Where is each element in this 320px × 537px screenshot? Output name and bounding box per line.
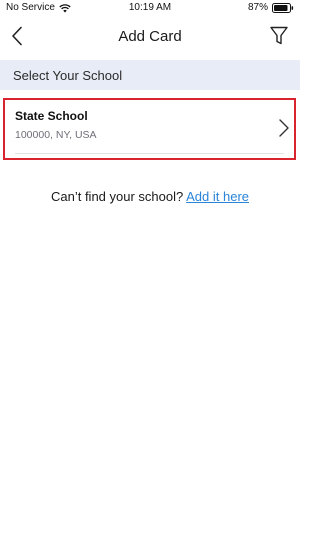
status-bar: No Service 10:19 AM 87% [0, 0, 300, 16]
filter-icon [270, 26, 288, 51]
cant-find-text: Can’t find your school? [50, 189, 184, 204]
school-name: State School [15, 109, 88, 123]
battery-icon [272, 3, 294, 13]
page-title: Add Card [118, 28, 182, 45]
school-address: 100000, NY, USA [15, 129, 97, 141]
add-card-screen: No Service 10:19 AM 87% Add Card Select … [0, 0, 300, 537]
battery-percent: 87% [247, 2, 268, 13]
school-list-item[interactable]: State School 100000, NY, USA [3, 98, 296, 160]
cant-find-line: Can’t find your school? Add it here [0, 189, 300, 204]
row-divider [15, 153, 284, 154]
chevron-right-icon [278, 118, 290, 138]
add-school-link[interactable]: Add it here [186, 189, 249, 204]
filter-button[interactable] [266, 24, 292, 52]
section-header: Select Your School [0, 60, 300, 90]
section-header-label: Select Your School [13, 68, 123, 83]
nav-bar: Add Card [0, 18, 300, 58]
status-right: 87% [248, 0, 294, 16]
